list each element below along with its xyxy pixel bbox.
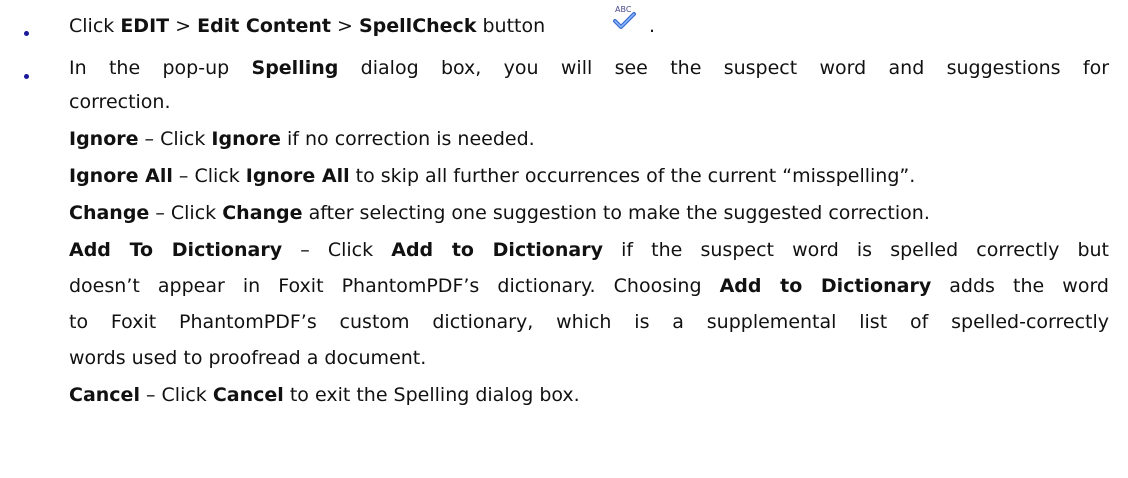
bullet-1 bbox=[24, 31, 29, 36]
menu-edit-content: Edit Content bbox=[197, 15, 331, 37]
term: Add to Dictionary bbox=[719, 275, 932, 297]
item-change: Change – Click Change after selecting on… bbox=[69, 196, 1109, 230]
term: Ignore All bbox=[245, 165, 350, 187]
term: Ignore bbox=[211, 128, 281, 150]
text: to skip all further occurrences of the c… bbox=[349, 165, 916, 187]
text: to Foxit PhantomPDF’s custom dictionary,… bbox=[69, 311, 1109, 333]
item-add-line-2: doesn’t appear in Foxit PhantomPDF’s dic… bbox=[69, 269, 1109, 303]
term: Change bbox=[69, 202, 150, 224]
spellcheck-label: SpellCheck bbox=[359, 15, 477, 37]
term: Add to Dictionary bbox=[391, 239, 603, 261]
text: Click bbox=[69, 15, 121, 37]
step-2-line-2: correction. bbox=[69, 91, 171, 113]
text: dialog box, you will see the suspect wor… bbox=[338, 57, 1110, 79]
period: . bbox=[649, 15, 656, 37]
term: Cancel bbox=[212, 384, 284, 406]
step-2-line-1: In the pop-up Spelling dialog box, you w… bbox=[69, 51, 1109, 85]
menu-edit: EDIT bbox=[120, 15, 170, 37]
text: after selecting one suggestion to make t… bbox=[302, 202, 930, 224]
spelling-label: Spelling bbox=[251, 57, 339, 79]
text: – Click bbox=[282, 239, 392, 261]
item-cancel: Cancel – Click Cancel to exit the Spelli… bbox=[69, 378, 1109, 412]
text: doesn’t appear in Foxit PhantomPDF’s dic… bbox=[69, 275, 720, 297]
separator: > bbox=[169, 15, 198, 37]
text: – Click bbox=[172, 165, 246, 187]
text: In the pop-up bbox=[69, 57, 252, 79]
bullet-2 bbox=[24, 74, 29, 79]
step-1-line: Click EDIT > Edit Content > SpellCheck b… bbox=[69, 9, 1109, 43]
item-ignore-all: Ignore All – Click Ignore All to skip al… bbox=[69, 159, 1109, 193]
text: if no correction is needed. bbox=[280, 128, 535, 150]
text: – Click bbox=[149, 202, 223, 224]
separator: > bbox=[331, 15, 359, 37]
item-add-line-3: to Foxit PhantomPDF’s custom dictionary,… bbox=[69, 305, 1109, 339]
term: Add To Dictionary bbox=[69, 239, 283, 261]
text: adds the word bbox=[931, 275, 1109, 297]
text: if the suspect word is spelled correctly… bbox=[602, 239, 1109, 261]
spellcheck-icon: ABC bbox=[612, 5, 638, 29]
text: – Click bbox=[139, 384, 213, 406]
term: Change bbox=[222, 202, 303, 224]
text: button bbox=[476, 15, 546, 37]
item-add-line-4: words used to proofread a document. bbox=[69, 347, 427, 369]
term: Ignore bbox=[69, 128, 139, 150]
term: Ignore All bbox=[69, 165, 173, 187]
item-add-line-1: Add To Dictionary – Click Add to Diction… bbox=[69, 233, 1109, 267]
text: to exit the Spelling dialog box. bbox=[283, 384, 580, 406]
text: – Click bbox=[138, 128, 212, 150]
term: Cancel bbox=[69, 384, 140, 406]
item-ignore: Ignore – Click Ignore if no correction i… bbox=[69, 122, 1109, 156]
